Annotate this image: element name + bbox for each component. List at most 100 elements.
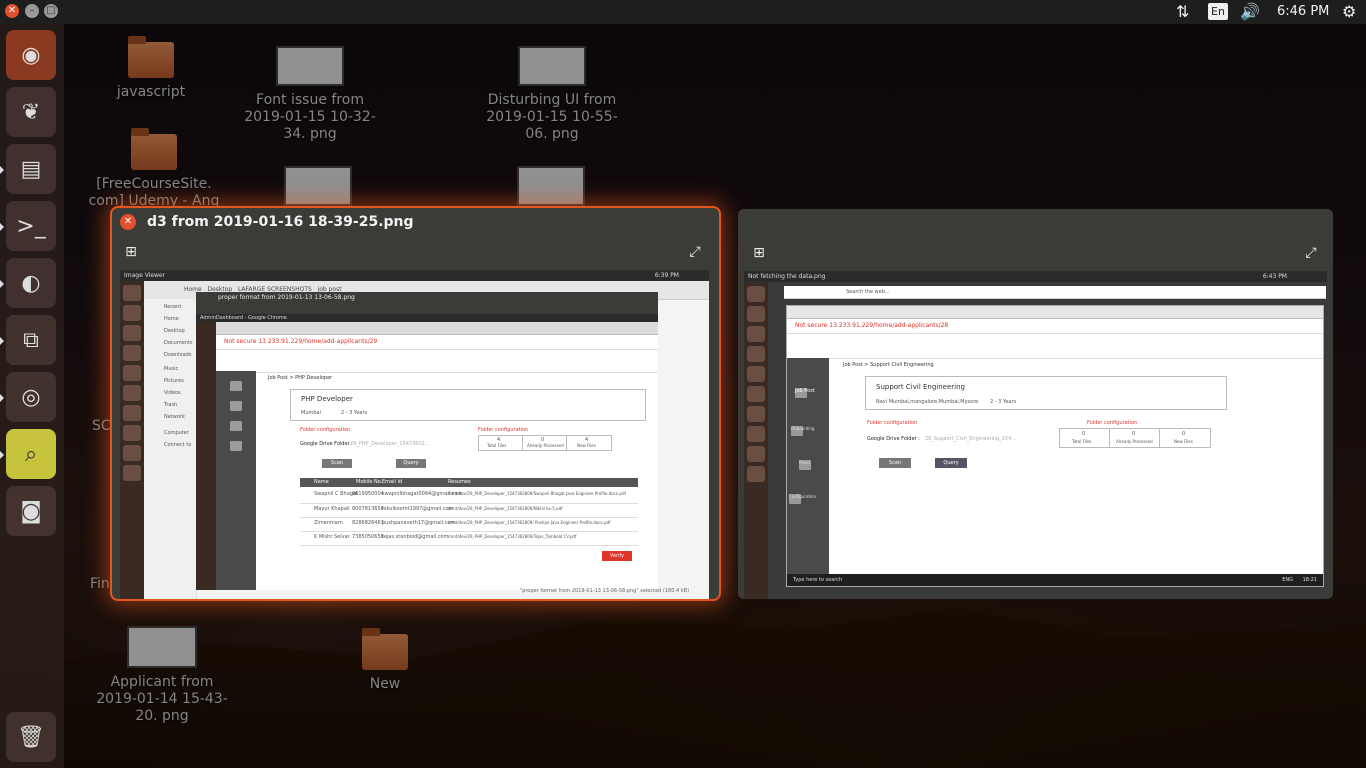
table-row[interactable]: K Mishr Selvar 7385050658 tejas.stanbold…: [300, 532, 638, 546]
plus-icon[interactable]: ⊞: [750, 244, 768, 262]
transfer-arrows-icon[interactable]: ⇅: [1176, 0, 1189, 24]
taskbar-search[interactable]: Type here to search: [793, 577, 842, 583]
job-title: Support Civil Engineering: [876, 383, 965, 391]
stat-label: New Files: [1174, 439, 1193, 444]
cell-mobile: 9619950004: [352, 491, 384, 497]
sidebar-item-configuration[interactable]: Configuration: [789, 494, 816, 504]
running-indicator: [0, 451, 4, 459]
col-email: Email Id: [382, 479, 403, 485]
col-mobile: Mobile No.: [356, 479, 383, 485]
sidebar-item-computer[interactable]: Computer: [164, 430, 189, 436]
job-location: Navi Mumbai,mangalore,Mumbai,Mysore: [876, 399, 979, 405]
running-indicator: [0, 394, 4, 402]
sidebar-item-panel[interactable]: Panel: [799, 460, 811, 470]
running-indicator: [0, 166, 4, 174]
nested-image-viewer: proper format from 2019-01-13 13-06-58.p…: [196, 292, 658, 590]
file-cabinet-icon[interactable]: ▤: [6, 144, 56, 194]
spread-window-image-viewer-2[interactable]: ⊞ ⤢ Not fetching the data.png 6:43 PM Se…: [738, 209, 1333, 599]
inner-clock: 6:43 PM: [1262, 273, 1287, 280]
cell-name: K Mishr Selvar: [314, 534, 350, 540]
inner-top-bar: Image Viewer 6:39 PM: [120, 270, 709, 281]
stat-new: 4 New Files: [566, 435, 612, 451]
cell-resume: /mnt/dev/29_PHP_Developer_1547362809/Swa…: [448, 491, 626, 496]
sidebar-item-desktop[interactable]: Desktop: [164, 328, 185, 334]
url-text[interactable]: Not secure 13.233.91.229/home/add-applic…: [224, 338, 377, 345]
scan-button[interactable]: Scan: [879, 458, 911, 468]
sidebar-item-home[interactable]: Home: [164, 316, 179, 322]
fullscreen-icon[interactable]: ⤢: [686, 243, 704, 261]
inner-app-title: Image Viewer: [124, 272, 166, 279]
close-icon[interactable]: ✕: [5, 4, 19, 18]
sidebar-item-network[interactable]: Network: [164, 414, 185, 420]
search-input[interactable]: Search the web...: [846, 289, 890, 295]
sidebar-item-job-post[interactable]: Job Post: [795, 388, 815, 398]
maximize-icon[interactable]: □: [44, 4, 58, 18]
leaf-icon[interactable]: ❦: [6, 87, 56, 137]
firefox-icon[interactable]: ◐: [6, 258, 56, 308]
stat-processed: 0 Already Processed: [522, 435, 568, 451]
fullscreen-icon[interactable]: ⤢: [1302, 244, 1320, 262]
vscode-icon[interactable]: ⧉: [6, 315, 56, 365]
clock[interactable]: 6:46 PM: [1277, 0, 1329, 24]
query-button[interactable]: Query: [396, 459, 426, 468]
app-sidebar: Job Post Onboarding Panel Configuration: [787, 358, 829, 574]
taskbar-lang: ENG: [1282, 577, 1293, 583]
speaker-icon[interactable]: 🔊: [1240, 0, 1260, 24]
table-row[interactable]: Swapnil C Bhagat 9619950004 swapnilbhaga…: [300, 489, 638, 504]
job-card: PHP Developer Mumbai 2 - 3 Years: [290, 389, 646, 421]
folder-config-label-right: Folder configuration: [478, 427, 529, 433]
cell-resume: /mnt/dev/29_PHP_Developer_1547362809/Tej…: [448, 534, 577, 539]
sidebar-item-documents[interactable]: Documents: [164, 340, 193, 346]
app-body: Job Post Onboarding Panel Configuration …: [787, 358, 1323, 574]
sidebar-item-videos[interactable]: Videos: [164, 390, 181, 396]
plus-icon[interactable]: ⊞: [122, 243, 140, 261]
sidebar-item-connect[interactable]: Connect to: [164, 442, 191, 448]
top-panel: ✕ – □ ⇅ En 🔊 6:46 PM ⚙: [0, 0, 1366, 24]
folder-input[interactable]: 28_Support_Civil_Engineering_154...: [925, 436, 1016, 442]
trash-icon[interactable]: 🗑: [6, 712, 56, 762]
sidebar-item-pictures[interactable]: Pictures: [164, 378, 184, 384]
sidebar-item-downloads[interactable]: Downloads: [164, 352, 191, 358]
sidebar-item-music[interactable]: Music: [164, 366, 178, 372]
stat-value: 0: [1182, 431, 1186, 437]
browser-title: AdminDashboard - Google Chrome: [196, 314, 658, 322]
inner-launcher: [120, 281, 144, 599]
running-indicator: [0, 337, 4, 345]
query-button[interactable]: Query: [935, 458, 967, 468]
cell-email: pushpanaveth17@gmail.com: [382, 520, 456, 526]
magnifier-icon[interactable]: ⌕: [6, 429, 56, 479]
terminal-icon[interactable]: >_: [6, 201, 56, 251]
folder-config-label: Folder configuration: [300, 427, 351, 433]
close-icon[interactable]: ✕: [120, 214, 136, 230]
nested-screenshot: AdminDashboard - Google Chrome Not secur…: [196, 314, 658, 590]
url-text[interactable]: Not secure 13.233.91.229/home/add-applic…: [795, 322, 948, 329]
cell-name: Zimenmam: [314, 520, 343, 526]
verify-button[interactable]: Verify: [602, 551, 632, 561]
chrome-icon[interactable]: ◎: [6, 372, 56, 422]
minimize-icon[interactable]: –: [25, 4, 39, 18]
table-row[interactable]: Mayur Khapali 8007813656 nikulkoomt1997@…: [300, 504, 638, 518]
window-title: d3 from 2019-01-16 18-39-25.png: [147, 214, 414, 230]
gear-icon[interactable]: ⚙: [1342, 0, 1356, 24]
ubuntu-logo-icon[interactable]: ◉: [6, 30, 56, 80]
table-row[interactable]: Zimenmam 8286826463 pushpanaveth17@gmail…: [300, 518, 638, 532]
folder-label: Google Drive Folder :: [300, 441, 353, 447]
stat-label: Already Processed: [527, 443, 564, 448]
window-header: ✕ d3 from 2019-01-16 18-39-25.png: [112, 208, 719, 238]
sidebar-item-recent[interactable]: Recent: [164, 304, 181, 310]
sidebar-item-onboarding[interactable]: Onboarding: [791, 426, 814, 436]
keyboard-language[interactable]: En: [1208, 3, 1228, 20]
outer-browser-bar: Search the web...: [784, 286, 1326, 299]
sidebar-item-trash[interactable]: Trash: [164, 402, 177, 408]
scan-button[interactable]: Scan: [322, 459, 352, 468]
running-indicator: [0, 280, 4, 288]
col-name: Name: [314, 479, 329, 485]
camera-icon[interactable]: ◙: [6, 486, 56, 536]
col-resumes: Resumes: [448, 479, 471, 485]
browser-address-bar: Not secure 13.233.91.229/home/add-applic…: [216, 335, 658, 350]
running-indicator: [0, 223, 4, 231]
spread-window-image-viewer[interactable]: ✕ d3 from 2019-01-16 18-39-25.png ⊞ ⤢ Im…: [112, 208, 719, 599]
folder-input[interactable]: 29_PHP_Developer_15473602...: [350, 441, 430, 447]
cell-resume: /mnt/dev/29_PHP_Developer_1547362809/Nik…: [448, 506, 563, 511]
app-body: Job Post > PHP Developer PHP Developer M…: [216, 371, 658, 590]
